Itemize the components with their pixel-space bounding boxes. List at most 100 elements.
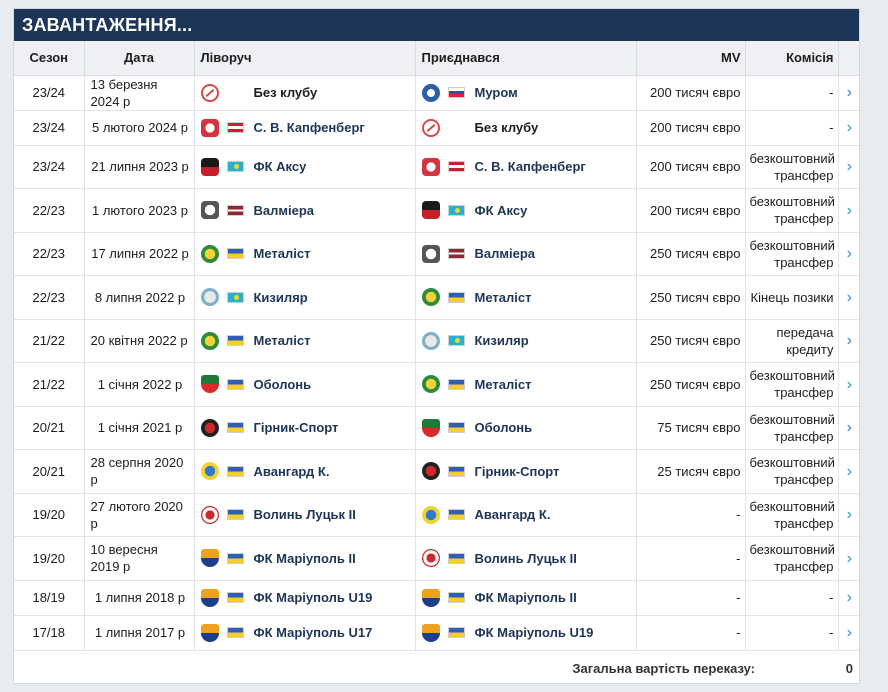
market-value-cell: -: [636, 580, 746, 616]
joined-club-link[interactable]: ФК Аксу: [475, 202, 528, 219]
avangard-crest-icon[interactable]: [421, 505, 440, 524]
left-club-link[interactable]: Валміера: [254, 202, 315, 219]
table-row[interactable]: 22/23 17 липня 2022 р Металіст Валміера 250 …: [14, 232, 859, 276]
left-club-link[interactable]: Кизиляр: [254, 289, 308, 306]
joined-club-link[interactable]: Гірник-Спорт: [475, 463, 560, 480]
flag-ua-icon: [447, 509, 465, 520]
header-fee[interactable]: Комісія: [745, 41, 839, 76]
table-row[interactable]: 19/20 27 лютого 2020 р Волинь Луцьк II Аван…: [14, 493, 859, 537]
table-row[interactable]: 17/18 1 липня 2017 р ФК Маріуполь U17 ФК Ма…: [14, 615, 859, 651]
joined-club-link[interactable]: Волинь Луцьк II: [475, 550, 577, 567]
chevron-right-icon[interactable]: ›: [838, 75, 859, 111]
chevron-right-icon[interactable]: ›: [838, 145, 859, 189]
hirnyk-crest-icon[interactable]: [421, 462, 440, 480]
mariupol-crest-icon[interactable]: [421, 623, 440, 642]
table-row[interactable]: 22/23 8 липня 2022 р Кизиляр Металіст 250 ти…: [14, 275, 859, 320]
header-joined[interactable]: Приєднався: [415, 41, 637, 76]
joined-club-link[interactable]: Муром: [475, 84, 518, 101]
left-club-link[interactable]: ФК Маріуполь U19: [254, 589, 373, 606]
obolon-crest-icon[interactable]: [200, 375, 219, 393]
aksu-crest-icon[interactable]: [421, 201, 440, 219]
table-row[interactable]: 23/24 13 березня 2024 р Без клубу Муром 200 …: [14, 75, 859, 111]
left-club-link[interactable]: Гірник-Спорт: [254, 419, 339, 436]
table-row[interactable]: 22/23 1 лютого 2023 р Валміера ФК Аксу 200 т…: [14, 188, 859, 233]
metalist-crest-icon[interactable]: [200, 244, 219, 263]
table-row[interactable]: 23/24 5 лютого 2024 р С. В. Капфенберг Без …: [14, 110, 859, 146]
header-left[interactable]: Ліворуч: [194, 41, 416, 76]
obolon-crest-icon[interactable]: [421, 418, 440, 437]
table-row[interactable]: 19/20 10 вересня 2019 р ФК Маріуполь II Вол…: [14, 536, 859, 581]
joined-club-cell: Муром: [415, 75, 637, 111]
chevron-right-icon[interactable]: ›: [838, 319, 859, 363]
chevron-right-icon[interactable]: ›: [838, 232, 859, 276]
kapfenberg-crest-icon[interactable]: [421, 157, 440, 176]
joined-club-cell: Волинь Луцьк II: [415, 536, 637, 581]
joined-club-link[interactable]: Оболонь: [475, 419, 533, 436]
hirnyk-crest-icon[interactable]: [200, 418, 219, 437]
table-row[interactable]: 21/22 20 квітня 2022 р Металіст Кизиляр 250 …: [14, 319, 859, 363]
no-club-icon[interactable]: [421, 118, 440, 137]
joined-club-link[interactable]: ФК Маріуполь U19: [475, 624, 594, 641]
no-club-icon[interactable]: [200, 83, 219, 102]
header-mv[interactable]: MV: [636, 41, 746, 76]
kyzylzhar-crest-icon[interactable]: [200, 288, 219, 306]
table-row[interactable]: 20/21 1 січня 2021 р Гірник-Спорт Оболонь 75…: [14, 406, 859, 450]
volyn-crest-icon[interactable]: [200, 505, 219, 524]
club-wrapper: Кизиляр: [200, 286, 411, 308]
chevron-right-icon[interactable]: ›: [838, 188, 859, 233]
left-club-link[interactable]: С. В. Капфенберг: [254, 119, 365, 136]
club-wrapper: ФК Маріуполь II: [200, 547, 411, 569]
mariupol-crest-icon[interactable]: [200, 623, 219, 642]
chevron-right-icon[interactable]: ›: [838, 536, 859, 581]
joined-club-link[interactable]: Авангард К.: [475, 506, 551, 523]
chevron-right-icon[interactable]: ›: [838, 580, 859, 616]
left-club-link[interactable]: Металіст: [254, 245, 311, 262]
metalist-crest-icon[interactable]: [421, 288, 440, 306]
table-row[interactable]: 18/19 1 липня 2018 р ФК Маріуполь U19 ФК Ма…: [14, 580, 859, 616]
joined-club-link[interactable]: Металіст: [475, 376, 532, 393]
chevron-right-icon[interactable]: ›: [838, 449, 859, 494]
joined-club-link[interactable]: С. В. Капфенберг: [475, 158, 586, 175]
flag-ua-icon: [226, 378, 244, 390]
joined-club-link[interactable]: Металіст: [475, 289, 532, 306]
left-club-link[interactable]: Оболонь: [254, 376, 312, 393]
metalist-crest-icon[interactable]: [421, 375, 440, 393]
club-wrapper: Гірник-Спорт: [421, 460, 632, 482]
valmiera-crest-icon[interactable]: [421, 244, 440, 263]
header-season[interactable]: Сезон: [14, 41, 85, 76]
volyn-crest-icon[interactable]: [421, 549, 440, 567]
chevron-right-icon[interactable]: ›: [838, 362, 859, 407]
left-club-cell: С. В. Капфенберг: [194, 110, 416, 146]
joined-club-link[interactable]: Кизиляр: [475, 332, 529, 349]
chevron-right-icon[interactable]: ›: [838, 110, 859, 146]
mariupol-crest-icon[interactable]: [200, 549, 219, 567]
left-club-link[interactable]: Металіст: [254, 332, 311, 349]
market-value-cell: -: [636, 493, 746, 537]
joined-club-link[interactable]: Валміера: [475, 245, 536, 262]
left-club-link[interactable]: ФК Маріуполь U17: [254, 624, 373, 641]
left-club-link[interactable]: ФК Аксу: [254, 158, 307, 175]
chevron-right-icon[interactable]: ›: [838, 493, 859, 537]
avangard-crest-icon[interactable]: [200, 462, 219, 480]
chevron-right-icon[interactable]: ›: [838, 275, 859, 320]
murom-crest-icon[interactable]: [421, 83, 440, 102]
left-club-link[interactable]: Волинь Луцьк II: [254, 506, 356, 523]
joined-club-link[interactable]: ФК Маріуполь II: [475, 589, 577, 606]
mariupol-crest-icon[interactable]: [200, 588, 219, 607]
table-row[interactable]: 21/22 1 січня 2022 р Оболонь Металіст 250 ти…: [14, 362, 859, 407]
table-row[interactable]: 20/21 28 серпня 2020 р Авангард К. Гірник-С…: [14, 449, 859, 494]
chevron-right-icon[interactable]: ›: [838, 615, 859, 651]
aksu-crest-icon[interactable]: [200, 157, 219, 176]
mariupol-crest-icon[interactable]: [421, 588, 440, 607]
kyzylzhar-crest-icon[interactable]: [421, 331, 440, 350]
joined-club-cell: С. В. Капфенберг: [415, 145, 637, 189]
table-row[interactable]: 23/24 21 липня 2023 р ФК Аксу С. В. Капфенб…: [14, 145, 859, 189]
date-cell: 21 липня 2023 р: [84, 145, 195, 189]
metalist-crest-icon[interactable]: [200, 331, 219, 350]
kapfenberg-crest-icon[interactable]: [200, 118, 219, 137]
valmiera-crest-icon[interactable]: [200, 201, 219, 219]
chevron-right-icon[interactable]: ›: [838, 406, 859, 450]
left-club-link[interactable]: Авангард К.: [254, 463, 330, 480]
header-date[interactable]: Дата: [84, 41, 195, 76]
left-club-link[interactable]: ФК Маріуполь II: [254, 550, 356, 567]
